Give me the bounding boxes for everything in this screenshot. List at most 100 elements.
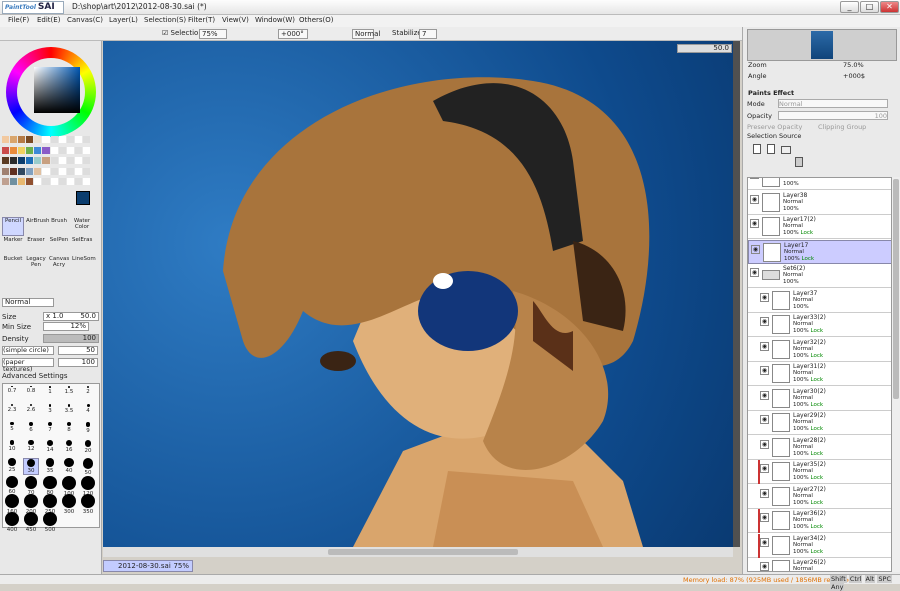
brush-size-preset[interactable]: 8 bbox=[61, 422, 77, 433]
visibility-eye-icon[interactable]: ◉ bbox=[760, 292, 769, 302]
nav-zoom-value[interactable]: 75.0% bbox=[843, 61, 864, 69]
advanced-settings-toggle[interactable]: Advanced Settings bbox=[2, 372, 68, 380]
brush-size-preset[interactable]: 400 bbox=[4, 512, 20, 533]
brush-size-preset[interactable]: 9 bbox=[80, 422, 96, 434]
tool-watercolor[interactable]: Water Color bbox=[71, 217, 93, 236]
visibility-eye-icon[interactable]: ◉ bbox=[750, 219, 759, 228]
maximize-button[interactable]: □ bbox=[860, 1, 879, 13]
brush-texture-select[interactable]: (paper textures) bbox=[2, 358, 54, 373]
tool-brush[interactable]: Brush bbox=[48, 217, 70, 236]
menu-layer[interactable]: Layer(L) bbox=[109, 16, 138, 24]
brush-mode-select[interactable]: Normal bbox=[2, 298, 54, 307]
brush-size-preset[interactable]: 35 bbox=[42, 458, 58, 474]
brush-size-preset[interactable]: 0.8 bbox=[23, 386, 39, 394]
visibility-eye-icon[interactable]: ◉ bbox=[760, 537, 769, 547]
visibility-eye-icon[interactable]: ◉ bbox=[760, 390, 769, 400]
layer-row[interactable]: ◉ Layer36(2) Normal 100% Lock bbox=[748, 509, 891, 533]
brush-size-preset[interactable]: 60 bbox=[4, 476, 20, 495]
layer-row[interactable]: ◉ Set6(2) Normal 100% bbox=[748, 264, 891, 288]
brush-size-preset[interactable]: 50 bbox=[80, 458, 96, 476]
layer-row[interactable]: ◉ Layer31(2) Normal 100% Lock bbox=[748, 362, 891, 386]
selection-source-checkbox[interactable]: Selection Source bbox=[747, 132, 801, 140]
brush-size-preset[interactable]: 300 bbox=[61, 494, 77, 515]
layer-row[interactable]: ◉ Layer28(2) Normal 100% Lock bbox=[748, 435, 891, 460]
paints-effect-header[interactable]: Paints Effect bbox=[748, 89, 794, 97]
brush-size-preset[interactable]: 40 bbox=[61, 458, 77, 474]
brush-size-preset[interactable]: 450 bbox=[23, 512, 39, 533]
blend-mode-select[interactable]: Normal bbox=[352, 29, 380, 39]
visibility-eye-icon[interactable]: ◉ bbox=[760, 488, 769, 498]
angle-field[interactable]: +000° bbox=[278, 29, 308, 39]
layer-row[interactable]: ◉ Layer17(2) Normal 100% Lock bbox=[748, 215, 891, 239]
layer-row[interactable]: ◉ Layer33(2) Normal 100% Lock bbox=[748, 313, 891, 337]
clipping-group-checkbox[interactable]: Clipping Group bbox=[818, 123, 866, 131]
visibility-eye-icon[interactable]: ◉ bbox=[760, 415, 769, 424]
menu-view[interactable]: View(V) bbox=[222, 16, 249, 24]
layer-scrollbar[interactable] bbox=[892, 177, 900, 572]
brush-size-preset[interactable]: 2.6 bbox=[23, 404, 39, 413]
tool-selpen[interactable]: SelPen bbox=[48, 236, 70, 255]
layer-row[interactable]: ◉ Layer17 Normal 100% Lock bbox=[748, 239, 891, 264]
visibility-eye-icon[interactable]: ◉ bbox=[760, 317, 769, 326]
layer-row[interactable]: ◉ Layer29(2) Normal 100% Lock bbox=[748, 411, 891, 435]
zoom-field[interactable]: 75% bbox=[199, 29, 227, 39]
swatch-palette[interactable] bbox=[2, 136, 90, 188]
layer-opacity-slider[interactable]: 100 bbox=[778, 111, 888, 120]
tool-seleras[interactable]: SelEras bbox=[71, 236, 93, 255]
hscroll-thumb[interactable] bbox=[328, 549, 518, 555]
menu-others[interactable]: Others(O) bbox=[299, 16, 334, 24]
canvas-area[interactable]: 50.0 bbox=[103, 41, 740, 547]
color-sv-square[interactable] bbox=[34, 67, 80, 113]
brush-size-preset[interactable]: 500 bbox=[42, 512, 58, 533]
brush-texture-value[interactable]: 100 bbox=[58, 358, 98, 367]
visibility-eye-icon[interactable]: ◉ bbox=[760, 366, 769, 375]
navigator-preview[interactable] bbox=[747, 29, 897, 61]
preserve-opacity-checkbox[interactable]: Preserve Opacity bbox=[747, 123, 802, 131]
delete-layer-icon[interactable] bbox=[795, 157, 803, 167]
visibility-eye-icon[interactable]: ◉ bbox=[750, 194, 759, 204]
menu-edit[interactable]: Edit(E) bbox=[37, 16, 60, 24]
layer-mode-select[interactable]: Normal bbox=[778, 99, 888, 108]
brush-shape-select[interactable]: (simple circle) bbox=[2, 346, 54, 355]
canvas-hscrollbar[interactable] bbox=[103, 547, 733, 557]
stabilizer-field[interactable]: 7 bbox=[419, 29, 437, 39]
layer-row[interactable]: ◉ 100% bbox=[748, 178, 891, 190]
brush-size-preset[interactable]: 5 bbox=[4, 422, 20, 432]
brush-size-preset[interactable]: 350 bbox=[80, 494, 96, 515]
menu-canvas[interactable]: Canvas(C) bbox=[67, 16, 103, 24]
brush-size-preset[interactable]: 30 bbox=[23, 458, 39, 476]
visibility-eye-icon[interactable]: ◉ bbox=[751, 244, 760, 254]
tool-canvas-acry[interactable]: Canvas Acry bbox=[48, 255, 70, 274]
menu-file[interactable]: File(F) bbox=[8, 16, 29, 24]
tool-marker[interactable]: Marker bbox=[2, 236, 24, 255]
visibility-eye-icon[interactable]: ◉ bbox=[750, 268, 759, 277]
visibility-eye-icon[interactable]: ◉ bbox=[750, 178, 759, 179]
brush-size-preset[interactable]: 6 bbox=[23, 422, 39, 433]
brush-size-preset[interactable]: 4 bbox=[80, 404, 96, 414]
tool-legacy-pen[interactable]: Legacy Pen bbox=[25, 255, 47, 274]
color-wheel[interactable] bbox=[6, 47, 96, 137]
menu-window[interactable]: Window(W) bbox=[255, 16, 295, 24]
tool-pencil[interactable]: Pencil bbox=[2, 217, 24, 236]
brush-size-preset[interactable]: 70 bbox=[23, 476, 39, 496]
layer-scroll-thumb[interactable] bbox=[893, 179, 899, 399]
brush-size-preset[interactable]: 25 bbox=[4, 458, 20, 473]
brush-size-preset[interactable]: 14 bbox=[42, 440, 58, 453]
layer-row[interactable]: ◉ Layer37 Normal 100% bbox=[748, 288, 891, 313]
brush-size-preset[interactable]: 7 bbox=[42, 422, 58, 433]
layer-row[interactable]: ◉ Layer30(2) Normal 100% Lock bbox=[748, 386, 891, 411]
minsize-slider[interactable]: 12% bbox=[43, 322, 89, 331]
tool-eraser[interactable]: Eraser bbox=[25, 236, 47, 255]
brush-size-preset[interactable]: 2 bbox=[80, 386, 96, 395]
visibility-eye-icon[interactable]: ◉ bbox=[760, 439, 769, 449]
close-button[interactable]: ✕ bbox=[880, 1, 899, 13]
visibility-eye-icon[interactable]: ◉ bbox=[760, 562, 769, 571]
menu-filter[interactable]: Filter(T) bbox=[188, 16, 215, 24]
layer-row[interactable]: ◉ Layer26(2) Normal bbox=[748, 558, 891, 571]
tool-linesom[interactable]: LineSom bbox=[71, 255, 96, 274]
new-layer-icon[interactable] bbox=[753, 144, 761, 154]
layer-row[interactable]: ◉ Layer32(2) Normal 100% Lock bbox=[748, 337, 891, 362]
size-slider[interactable]: x 1.0 50.0 bbox=[43, 312, 99, 321]
layer-row[interactable]: ◉ Layer34(2) Normal 100% Lock bbox=[748, 533, 891, 558]
layer-list[interactable]: ◉100% ◉Layer38Normal100% ◉Layer17(2)Norm… bbox=[747, 177, 892, 572]
